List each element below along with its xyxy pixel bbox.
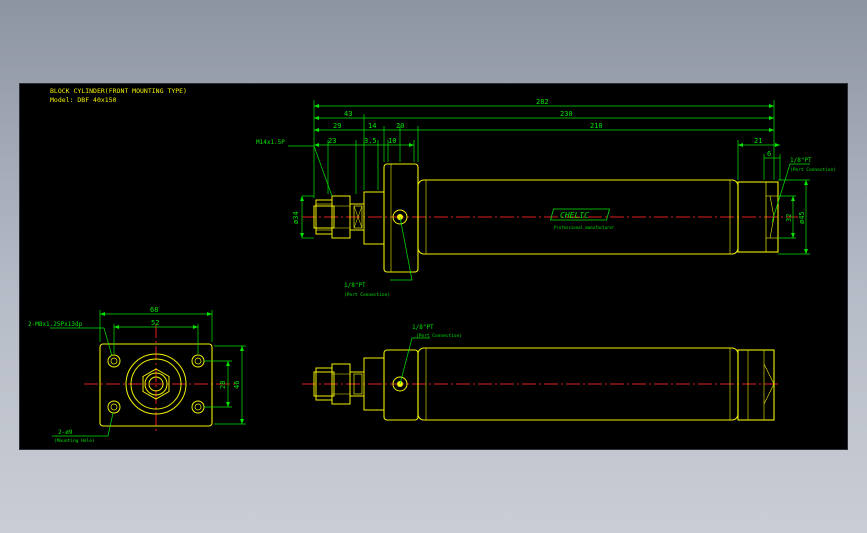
logo-tagline: Professional manufacturer bbox=[554, 225, 615, 230]
dim-46: 46 bbox=[233, 381, 241, 389]
mount-hole-bottom-left bbox=[107, 400, 121, 414]
dim-overall: 282 bbox=[536, 98, 549, 106]
dim-phi34: ø34 bbox=[292, 211, 300, 224]
drawing-title: BLOCK CYLINDER(FRONT MOUNTING TYPE) bbox=[50, 87, 187, 95]
port-callout-bottom-sub: (Port Connection) bbox=[416, 333, 462, 339]
dim-52: 52 bbox=[151, 319, 159, 327]
port-callout-mid-sub: (Port Connection) bbox=[344, 292, 390, 298]
side-view-dimensions bbox=[288, 100, 810, 281]
plan-rear-cover bbox=[737, 349, 775, 421]
dim-21: 21 bbox=[754, 137, 762, 145]
cad-drawing: BLOCK CYLINDER(FRONT MOUNTING TYPE) Mode… bbox=[28, 87, 836, 444]
dim-10: 10 bbox=[388, 137, 396, 145]
tap-hole-top-left bbox=[107, 354, 121, 368]
mount-hole-top-right bbox=[191, 354, 205, 368]
dim-23: 23 bbox=[328, 137, 336, 145]
rod-cover bbox=[363, 191, 385, 245]
chelic-logo: CHELIC Professional manufacturer bbox=[550, 208, 615, 230]
port-callout-bottom: 1/8"PT bbox=[412, 324, 434, 331]
dim-14: 14 bbox=[368, 122, 376, 130]
dim-43: 43 bbox=[344, 110, 352, 118]
end-view-dimensions bbox=[50, 310, 246, 437]
tap-hole-bottom-right bbox=[191, 400, 205, 414]
plan-view bbox=[302, 337, 780, 421]
dim-32: 32 bbox=[785, 214, 793, 222]
logo-brand: CHELIC bbox=[560, 211, 589, 220]
mount-holes-callout: 2-ø9 bbox=[58, 429, 73, 436]
dim-210: 210 bbox=[590, 122, 603, 130]
side-view: CHELIC Professional manufacturer bbox=[302, 163, 798, 273]
end-view bbox=[84, 324, 238, 434]
port-callout-top: 1/8"PT bbox=[790, 157, 812, 164]
dim-3-5: 3.5 bbox=[364, 137, 377, 145]
cad-drawing-viewport[interactable]: BLOCK CYLINDER(FRONT MOUNTING TYPE) Mode… bbox=[20, 84, 847, 449]
dim-68: 68 bbox=[150, 306, 158, 314]
mount-holes-callout-sub: (Mounting Hole) bbox=[54, 438, 95, 444]
model-label: Model: DBF 40x150 bbox=[50, 96, 117, 104]
dim-230: 230 bbox=[560, 110, 573, 118]
tap-holes-callout: 2-M8x1.25Px13dp bbox=[28, 321, 83, 328]
side-view-dim-labels: 282 43 230 29 14 20 210 23 3.5 10 21 6 ø… bbox=[292, 98, 806, 224]
port-callout-mid: 1/8"PT bbox=[344, 282, 366, 289]
dim-28: 28 bbox=[219, 381, 227, 389]
dim-20: 20 bbox=[396, 122, 404, 130]
dim-29: 29 bbox=[333, 122, 341, 130]
dim-6: 6 bbox=[767, 150, 771, 158]
rod-thread-callout: M14x1.5P bbox=[256, 139, 285, 146]
dim-phi45: ø45 bbox=[798, 211, 806, 224]
port-callout-top-sub: (Port Connection) bbox=[790, 167, 836, 173]
